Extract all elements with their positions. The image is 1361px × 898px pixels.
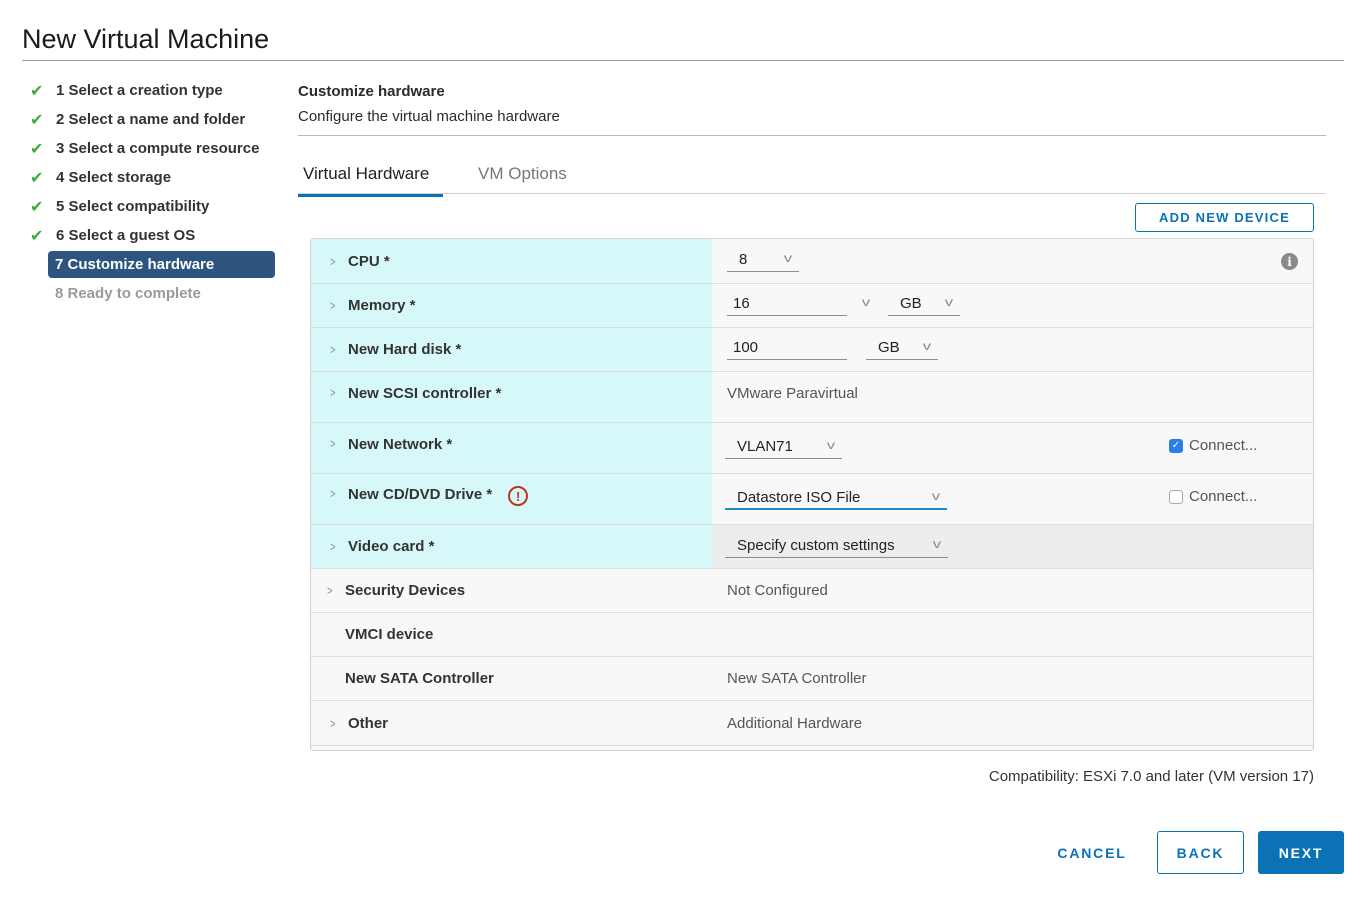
hw-row-sata: New SATA Controller New SATA Controller [311, 657, 1313, 701]
chevron-right-icon: > [330, 486, 336, 501]
hw-row-security: > Security Devices Not Configured [311, 569, 1313, 613]
cpu-expander[interactable]: > CPU * [311, 239, 712, 283]
wizard-steps: ✔ 1 Select a creation type ✔ 2 Select a na… [28, 76, 278, 308]
hw-row-other: > Other Additional Hardware [311, 701, 1313, 746]
step-6[interactable]: ✔ 6 Select a guest OS [28, 221, 278, 250]
hw-row-network: > New Network * VLAN71 v ✓ Connect... [311, 423, 1313, 474]
compatibility-text: Compatibility: ESXi 7.0 and later (VM ve… [988, 768, 1314, 785]
step-1[interactable]: ✔ 1 Select a creation type [28, 76, 278, 105]
next-button[interactable]: NEXT [1258, 831, 1344, 874]
chevron-down-icon: v [944, 295, 954, 309]
chevron-down-icon: v [922, 339, 932, 353]
hardware-table: > CPU * 8v i > Memory * 16 v GB v > New Hard… [310, 238, 1314, 751]
chevron-right-icon: > [330, 436, 336, 451]
check-icon: ✔ [30, 227, 44, 245]
vmci-value [727, 613, 1313, 656]
network-select[interactable]: VLAN71 v [725, 435, 842, 459]
step-8: 8 Ready to complete [55, 285, 201, 302]
network-connect-checkbox[interactable]: ✓ Connect... [1169, 437, 1257, 454]
section-heading: Customize hardware [298, 83, 445, 100]
chevron-right-icon: > [327, 583, 333, 598]
other-value: Additional Hardware [727, 714, 863, 732]
hw-row-scsi: > New SCSI controller * VMware Paravirtua… [311, 372, 1313, 423]
chevron-right-icon: > [330, 385, 336, 400]
page-title: New Virtual Machine [22, 24, 270, 54]
hard-disk-unit-select[interactable]: GB v [866, 336, 938, 360]
network-expander[interactable]: > New Network * [311, 423, 712, 473]
chevron-down-icon: v [931, 489, 941, 503]
vmci-label: VMCI device [345, 626, 434, 643]
checkbox-checked-icon: ✓ [1169, 438, 1183, 453]
add-new-device-button[interactable]: ADD NEW DEVICE [1135, 203, 1314, 232]
section-divider [298, 135, 1326, 136]
step-4[interactable]: ✔ 4 Select storage [28, 163, 278, 192]
info-icon[interactable]: i [1281, 253, 1298, 270]
check-icon: ✔ [30, 198, 44, 216]
memory-size-input[interactable]: 16 [727, 292, 847, 316]
chevron-right-icon: > [330, 539, 336, 554]
warning-icon: ! [508, 486, 529, 506]
security-expander[interactable]: > Security Devices [311, 569, 712, 612]
chevron-right-icon: > [330, 298, 336, 313]
chevron-down-icon: v [826, 438, 836, 452]
back-button[interactable]: BACK [1157, 831, 1244, 874]
hw-row-cdrom: > New CD/DVD Drive *! Datastore ISO File v… [311, 474, 1313, 525]
step-2[interactable]: ✔ 2 Select a name and folder [28, 105, 278, 134]
security-value: Not Configured [727, 582, 828, 599]
step-3[interactable]: ✔ 3 Select a compute resource [28, 134, 278, 163]
step-7-active[interactable]: 7 Customize hardware [48, 251, 275, 278]
chevron-down-icon: v [783, 251, 793, 265]
scsi-value: VMware Paravirtual [727, 385, 858, 402]
hw-row-hard-disk: > New Hard disk * 100 GB v [311, 328, 1313, 372]
tab-bar: Virtual Hardware VM Options [298, 160, 1326, 197]
cpu-select[interactable]: 8v [727, 248, 799, 272]
hw-row-memory: > Memory * 16 v GB v [311, 284, 1313, 328]
memory-unit-select[interactable]: GB v [888, 292, 960, 316]
hw-row-cpu: > CPU * 8v i [311, 239, 1313, 284]
scsi-expander[interactable]: > New SCSI controller * [311, 372, 712, 422]
sata-value: New SATA Controller [727, 670, 867, 687]
sata-label: New SATA Controller [345, 670, 494, 687]
chevron-down-icon: v [932, 537, 942, 551]
tab-vm-options[interactable]: VM Options [478, 164, 567, 193]
cdrom-expander[interactable]: > New CD/DVD Drive *! [311, 474, 712, 524]
memory-expander[interactable]: > Memory * [311, 284, 712, 327]
cdrom-media-select[interactable]: Datastore ISO File v [725, 486, 947, 510]
check-icon: ✔ [30, 140, 44, 158]
section-subheading: Configure the virtual machine hardware [298, 108, 560, 125]
hw-row-vmci: VMCI device [311, 613, 1313, 657]
check-icon: ✔ [30, 82, 44, 100]
chevron-right-icon: > [330, 715, 336, 731]
hard-disk-expander[interactable]: > New Hard disk * [311, 328, 712, 371]
video-expander[interactable]: > Video card * [311, 525, 712, 568]
cancel-button[interactable]: CANCEL [1040, 831, 1144, 874]
chevron-right-icon: > [330, 253, 336, 269]
check-icon: ✔ [30, 169, 44, 187]
hard-disk-size-input[interactable]: 100 [727, 336, 847, 360]
hw-row-video: > Video card * Specify custom settings v [311, 525, 1313, 569]
title-divider [22, 60, 1344, 61]
memory-size-dropdown-icon[interactable]: v [862, 295, 870, 309]
tab-virtual-hardware[interactable]: Virtual Hardware [298, 164, 443, 197]
checkbox-unchecked-icon [1169, 489, 1183, 504]
chevron-right-icon: > [330, 342, 336, 357]
step-5[interactable]: ✔ 5 Select compatibility [28, 192, 278, 221]
check-icon: ✔ [30, 111, 44, 129]
cdrom-connect-checkbox[interactable]: Connect... [1169, 488, 1257, 505]
other-expander[interactable]: > Other [311, 701, 712, 745]
video-settings-select[interactable]: Specify custom settings v [725, 534, 948, 558]
